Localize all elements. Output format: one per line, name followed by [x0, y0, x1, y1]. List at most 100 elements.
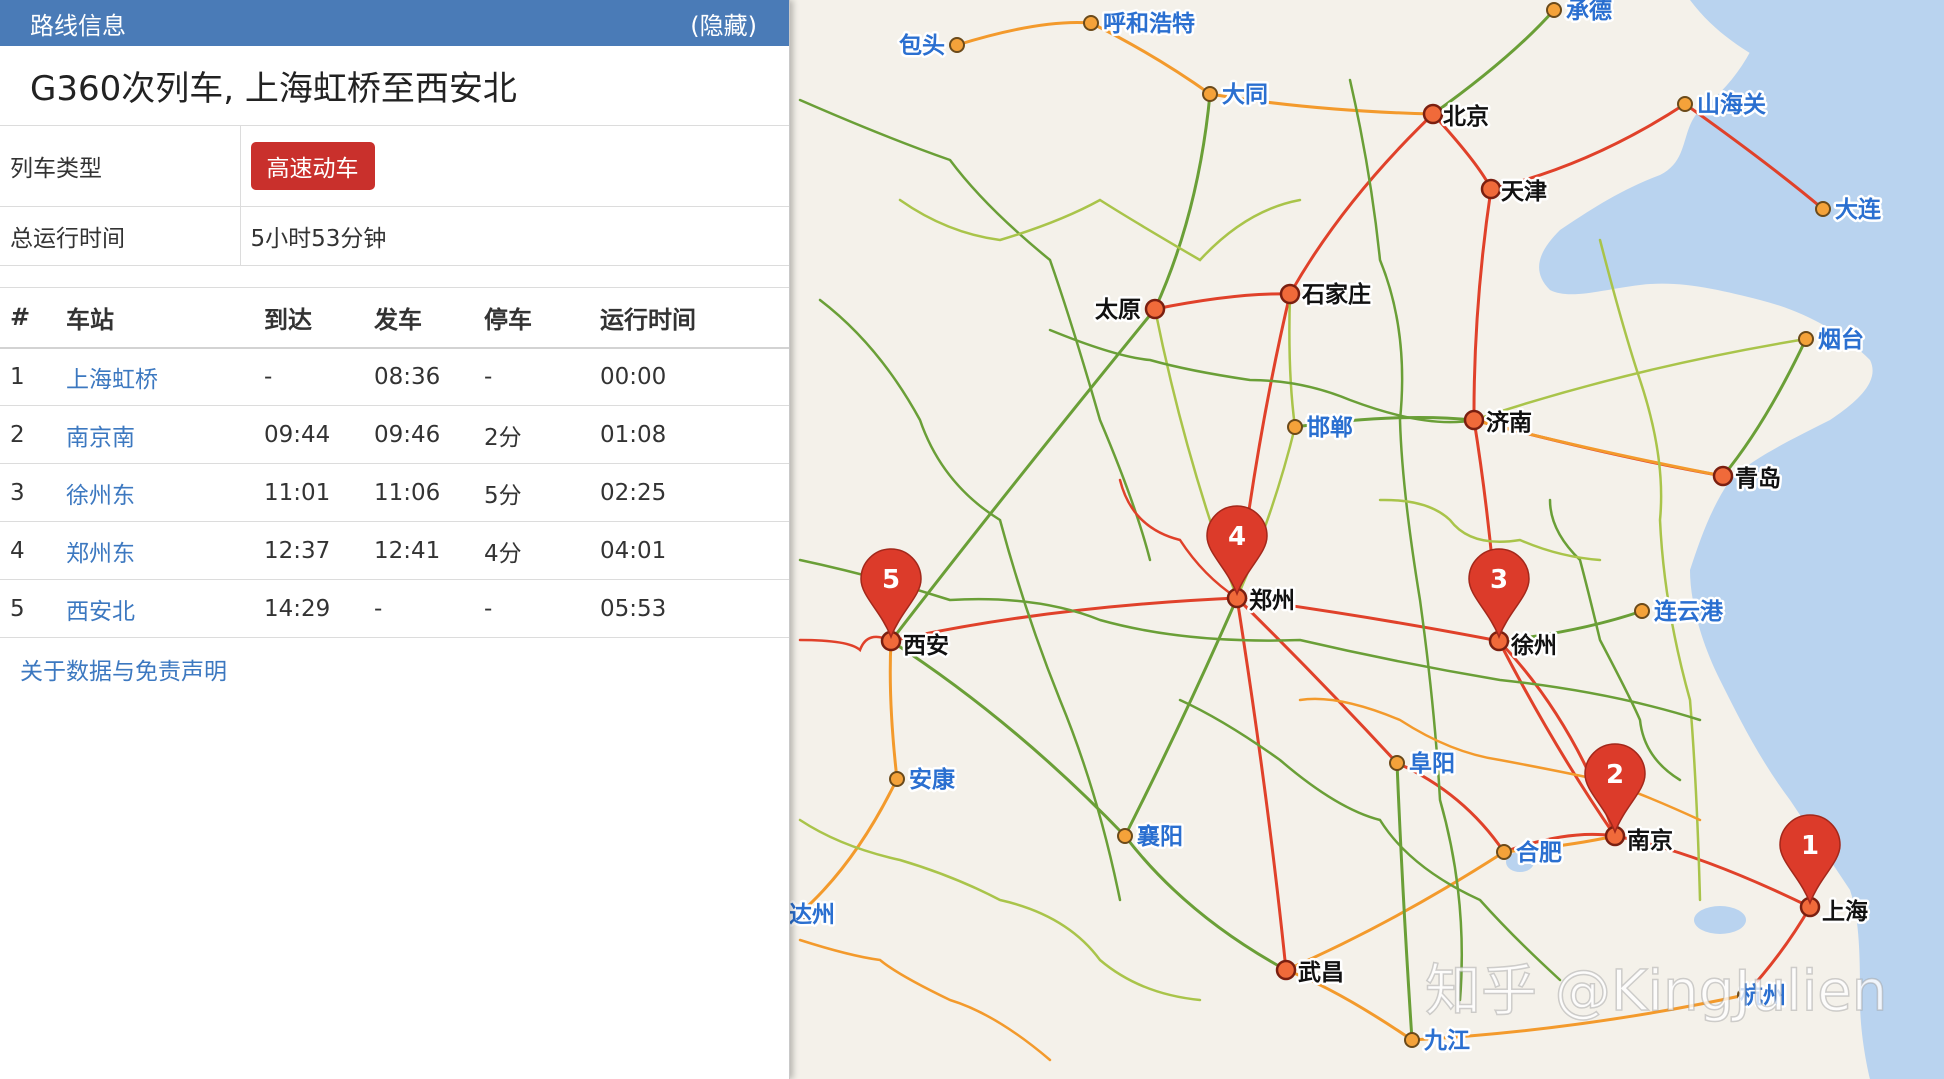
- city-dot: [1712, 465, 1734, 487]
- city-label: 合肥: [1516, 839, 1562, 866]
- stop-depart: 11:06: [374, 463, 484, 522]
- city-label: 连云港: [1654, 598, 1724, 625]
- city-label: 太原: [1095, 297, 1141, 323]
- stop-arrive: 12:37: [264, 521, 374, 580]
- city-dot: [1117, 828, 1133, 844]
- city-label: 西安: [903, 632, 949, 659]
- stop-duration: 4分: [484, 521, 600, 580]
- table-row: 3 徐州东 11:01 11:06 5分 02:25: [0, 463, 789, 522]
- stop-no: 1: [0, 347, 66, 406]
- stop-duration: -: [484, 579, 600, 638]
- city-label: 呼和浩特: [1103, 11, 1195, 37]
- stop-elapsed: 02:25: [600, 463, 789, 522]
- stop-arrive: -: [264, 347, 374, 406]
- duration-label: 总运行时间: [0, 206, 241, 266]
- stop-arrive: 14:29: [264, 579, 374, 638]
- station-link-shanghai-hongqiao[interactable]: 上海虹桥: [66, 367, 158, 393]
- city-dot: [1389, 755, 1405, 771]
- city-dot: [1480, 178, 1502, 200]
- city-dot: [1815, 201, 1831, 217]
- station-link-xian-bei[interactable]: 西安北: [66, 599, 135, 625]
- train-type-label: 列车类型: [0, 126, 241, 207]
- stop-depart: 09:46: [374, 405, 484, 464]
- stop-elapsed: 01:08: [600, 405, 789, 464]
- table-row: 5 西安北 14:29 - - 05:53: [0, 579, 789, 638]
- city-label: 襄阳: [1136, 823, 1183, 850]
- city-dot: [1083, 15, 1099, 31]
- panel-header-title: 路线信息: [30, 11, 126, 40]
- station-link-xuzhou-dong[interactable]: 徐州东: [66, 483, 135, 509]
- city-dot: [1422, 103, 1444, 125]
- city-dot: [1546, 2, 1562, 18]
- stop-elapsed: 00:00: [600, 347, 789, 406]
- city-label: 承德: [1566, 0, 1612, 24]
- stop-depart: 08:36: [374, 347, 484, 406]
- city-label: 山海关: [1697, 91, 1766, 118]
- city-dot: [949, 37, 965, 53]
- city-dot: [1202, 86, 1218, 102]
- stops-table: # 车站 到达 发车 停车 运行时间 1 上海虹桥 - 08:36 - 00:0…: [0, 287, 789, 638]
- duration-row: 总运行时间 5小时53分钟: [0, 206, 789, 266]
- city-label: 邯郸: [1307, 415, 1353, 441]
- city-label: 大连: [1835, 196, 1882, 223]
- city-marker-major: 太原: [1093, 295, 1166, 326]
- col-header-elapsed: 运行时间: [600, 287, 789, 349]
- stops-header-row: # 车站 到达 发车 停车 运行时间: [0, 287, 789, 349]
- pin-number: 5: [882, 565, 900, 595]
- duration-value: 5小时53分钟: [240, 206, 789, 266]
- col-header-arrive: 到达: [264, 287, 374, 349]
- watermark-text: 知乎 @KingJulien: [1425, 959, 1887, 1024]
- pin-number: 4: [1228, 522, 1246, 552]
- train-type-row: 列车类型 高速动车: [0, 126, 789, 207]
- city-label: 阜阳: [1409, 750, 1455, 777]
- pin-number: 1: [1801, 831, 1819, 861]
- col-header-depart: 发车: [374, 287, 484, 349]
- city-label: 九江: [1423, 1028, 1470, 1054]
- city-label: 郑州: [1249, 588, 1295, 614]
- stop-depart: 12:41: [374, 521, 484, 580]
- city-label: 达州: [789, 902, 835, 928]
- stop-duration: 2分: [484, 405, 600, 464]
- city-label: 济南: [1486, 409, 1532, 436]
- city-label: 包头: [899, 32, 945, 59]
- stop-elapsed: 04:01: [600, 521, 789, 580]
- train-info-table: 列车类型 高速动车 总运行时间 5小时53分钟: [0, 126, 789, 266]
- city-label: 安康: [909, 766, 956, 793]
- train-type-cell: 高速动车: [240, 126, 789, 207]
- lake-taihu: [1694, 906, 1746, 934]
- train-type-badge: 高速动车: [250, 141, 375, 190]
- city-label: 天津: [1501, 178, 1547, 205]
- stop-no: 2: [0, 405, 66, 464]
- table-row: 1 上海虹桥 - 08:36 - 00:00: [0, 347, 789, 406]
- city-label: 徐州: [1510, 632, 1557, 659]
- pin-number: 2: [1606, 760, 1624, 790]
- city-label: 石家庄: [1301, 281, 1371, 308]
- pin-number: 3: [1490, 565, 1508, 595]
- section-gap: [0, 266, 789, 288]
- station-link-zhengzhou-dong[interactable]: 郑州东: [66, 541, 135, 567]
- col-header-no: #: [0, 287, 66, 349]
- stop-no: 3: [0, 463, 66, 522]
- city-dot: [1634, 603, 1650, 619]
- stop-no: 4: [0, 521, 66, 580]
- stop-arrive: 09:44: [264, 405, 374, 464]
- city-label: 上海: [1822, 898, 1868, 925]
- panel-header: 路线信息 (隐藏): [0, 0, 789, 46]
- train-title: G360次列车, 上海虹桥至西安北: [0, 46, 789, 126]
- city-dot: [1279, 283, 1301, 305]
- stop-elapsed: 05:53: [600, 579, 789, 638]
- city-marker-minor: 达州: [787, 900, 838, 931]
- city-dot: [1144, 298, 1166, 320]
- table-row: 4 郑州东 12:37 12:41 4分 04:01: [0, 521, 789, 580]
- city-dot: [889, 771, 905, 787]
- city-label: 青岛: [1735, 465, 1781, 492]
- city-dot: [1798, 331, 1814, 347]
- city-label: 武昌: [1298, 960, 1344, 986]
- col-header-station: 车站: [66, 287, 264, 349]
- city-dot: [1677, 96, 1693, 112]
- table-row: 2 南京南 09:44 09:46 2分 01:08: [0, 405, 789, 464]
- stop-duration: 5分: [484, 463, 600, 522]
- station-link-nanjing-nan[interactable]: 南京南: [66, 425, 135, 451]
- disclaimer-link[interactable]: 关于数据与免责声明: [20, 652, 789, 686]
- hide-panel-button[interactable]: (隐藏): [690, 6, 757, 41]
